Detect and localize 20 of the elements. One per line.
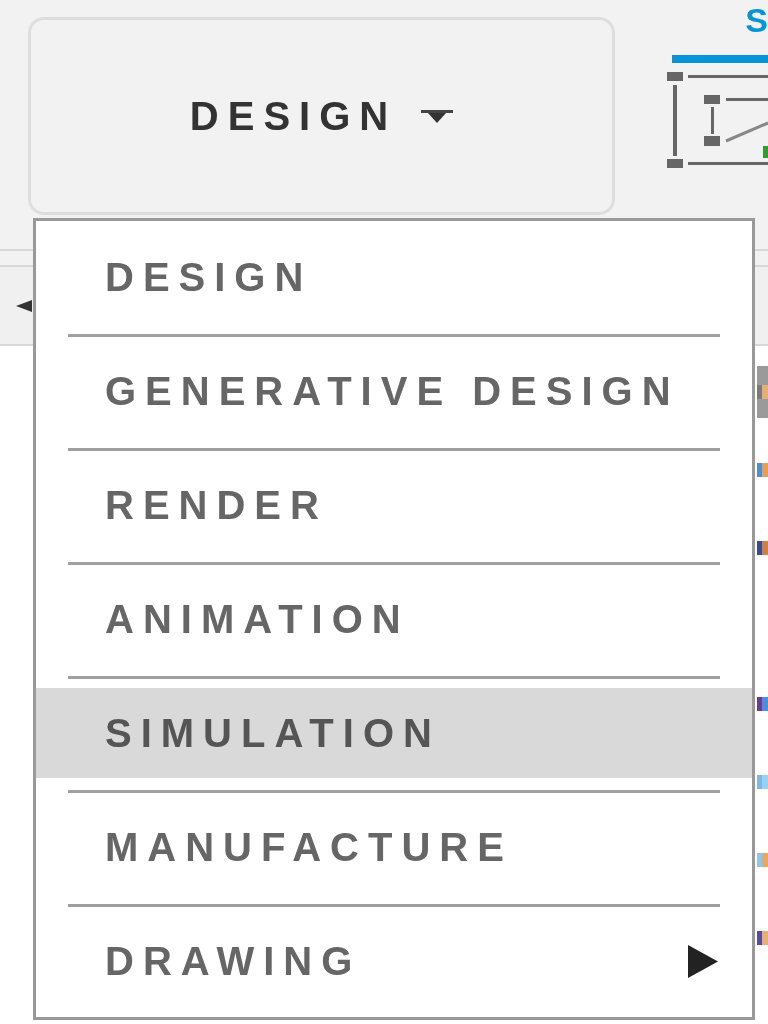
menu-item[interactable]: MANUFACTURE xyxy=(36,802,752,892)
menu-item[interactable]: RENDER xyxy=(36,460,752,550)
tree-node-icon[interactable] xyxy=(757,775,768,789)
tree-node-icon[interactable] xyxy=(757,463,768,477)
workspace-dropdown-button[interactable]: DESIGN xyxy=(28,17,615,215)
caret-left-icon[interactable] xyxy=(16,299,32,312)
menu-item[interactable]: DESIGN xyxy=(36,232,752,322)
menu-item[interactable]: SIMULATION xyxy=(36,688,752,778)
caret-down-icon xyxy=(421,109,454,123)
tree-node-icon[interactable] xyxy=(757,931,768,945)
menu-item[interactable]: DRAWING xyxy=(36,916,752,1006)
toolbar-tab[interactable]: S xyxy=(745,3,768,37)
menu-item[interactable]: GENERATIVE DESIGN xyxy=(36,346,752,436)
tree-node-icon[interactable] xyxy=(757,697,768,711)
tree-node-icon[interactable] xyxy=(757,541,768,555)
sketch-icon[interactable] xyxy=(667,72,768,168)
tree-node-icon[interactable] xyxy=(757,853,768,867)
menu-item[interactable]: ANIMATION xyxy=(36,574,752,664)
submenu-arrow-icon xyxy=(688,944,718,978)
tree-node-icon[interactable] xyxy=(757,385,768,399)
